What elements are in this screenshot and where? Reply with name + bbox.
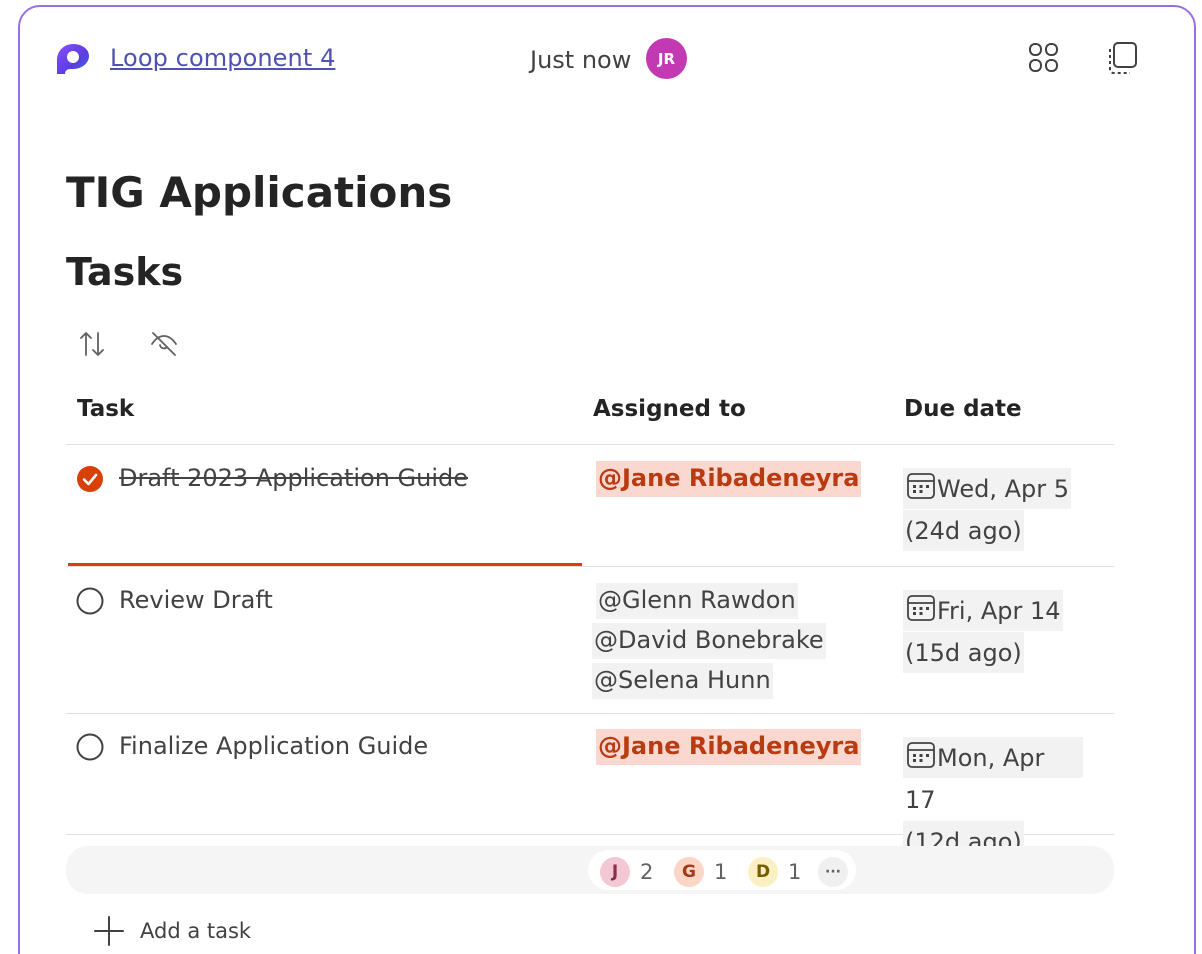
completed-check-icon[interactable] <box>76 465 104 493</box>
task-title[interactable]: Finalize Application Guide <box>119 732 428 760</box>
section-title: Tasks <box>66 250 184 294</box>
due-day: Fri, Apr 14 <box>937 597 1061 625</box>
due-relative: (24d ago) <box>903 510 1024 551</box>
reaction-count: 1 <box>714 860 728 884</box>
calendar-icon <box>907 742 935 768</box>
calendar-icon <box>907 595 935 621</box>
column-header-assigned[interactable]: Assigned to <box>593 396 746 422</box>
due-date-cell[interactable]: Mon, Apr 17 (12d ago) <box>903 737 1083 863</box>
last-edited-timestamp: Just now <box>530 46 632 74</box>
incomplete-circle-icon[interactable] <box>76 733 104 761</box>
assignee-mention[interactable]: @Glenn Rawdon <box>596 583 798 619</box>
loop-logo-icon <box>57 44 89 74</box>
due-date-cell[interactable]: Wed, Apr 5 (24d ago) <box>903 468 1083 552</box>
reaction-avatar-j[interactable]: J <box>600 857 630 887</box>
loop-component-link[interactable]: Loop component 4 <box>110 44 335 72</box>
reaction-avatar-d[interactable]: D <box>748 857 778 887</box>
row-divider <box>66 566 1114 567</box>
task-title[interactable]: Review Draft <box>119 586 273 614</box>
incomplete-circle-icon[interactable] <box>76 587 104 615</box>
reaction-avatar-g[interactable]: G <box>674 857 704 887</box>
assignee-mention[interactable]: @Jane Ribadeneyra <box>596 729 862 765</box>
row-divider <box>66 713 1114 714</box>
sort-icon[interactable] <box>76 328 108 360</box>
column-header-due-date[interactable]: Due date <box>904 396 1022 422</box>
row-divider <box>66 444 1114 445</box>
column-header-task[interactable]: Task <box>77 396 134 422</box>
task-title[interactable]: Draft 2023 Application Guide <box>119 464 468 492</box>
reaction-count: 2 <box>640 860 654 884</box>
avatar[interactable]: JR <box>646 38 687 79</box>
due-day: Wed, Apr 5 <box>937 475 1069 503</box>
assignee-mention[interactable]: @Jane Ribadeneyra <box>596 461 862 497</box>
plus-icon <box>94 916 124 946</box>
reactions-bar: J 2 G 1 D 1 ··· <box>66 846 1114 894</box>
reaction-count: 1 <box>788 860 802 884</box>
due-relative: (15d ago) <box>903 632 1024 673</box>
copy-component-icon[interactable] <box>1102 38 1142 78</box>
add-task-label: Add a task <box>140 919 252 943</box>
progress-underline <box>68 563 582 566</box>
reactions-summary[interactable]: J 2 G 1 D 1 ··· <box>588 850 856 890</box>
apps-grid-icon[interactable] <box>1024 38 1064 78</box>
assignee-mention[interactable]: @David Bonebrake <box>592 623 826 659</box>
calendar-icon <box>907 473 935 499</box>
eye-off-icon[interactable] <box>148 328 180 360</box>
due-date-cell[interactable]: Fri, Apr 14 (15d ago) <box>903 590 1083 674</box>
assignee-mention[interactable]: @Selena Hunn <box>592 663 773 699</box>
page-title: TIG Applications <box>66 168 453 217</box>
more-reactions-button[interactable]: ··· <box>818 857 848 887</box>
